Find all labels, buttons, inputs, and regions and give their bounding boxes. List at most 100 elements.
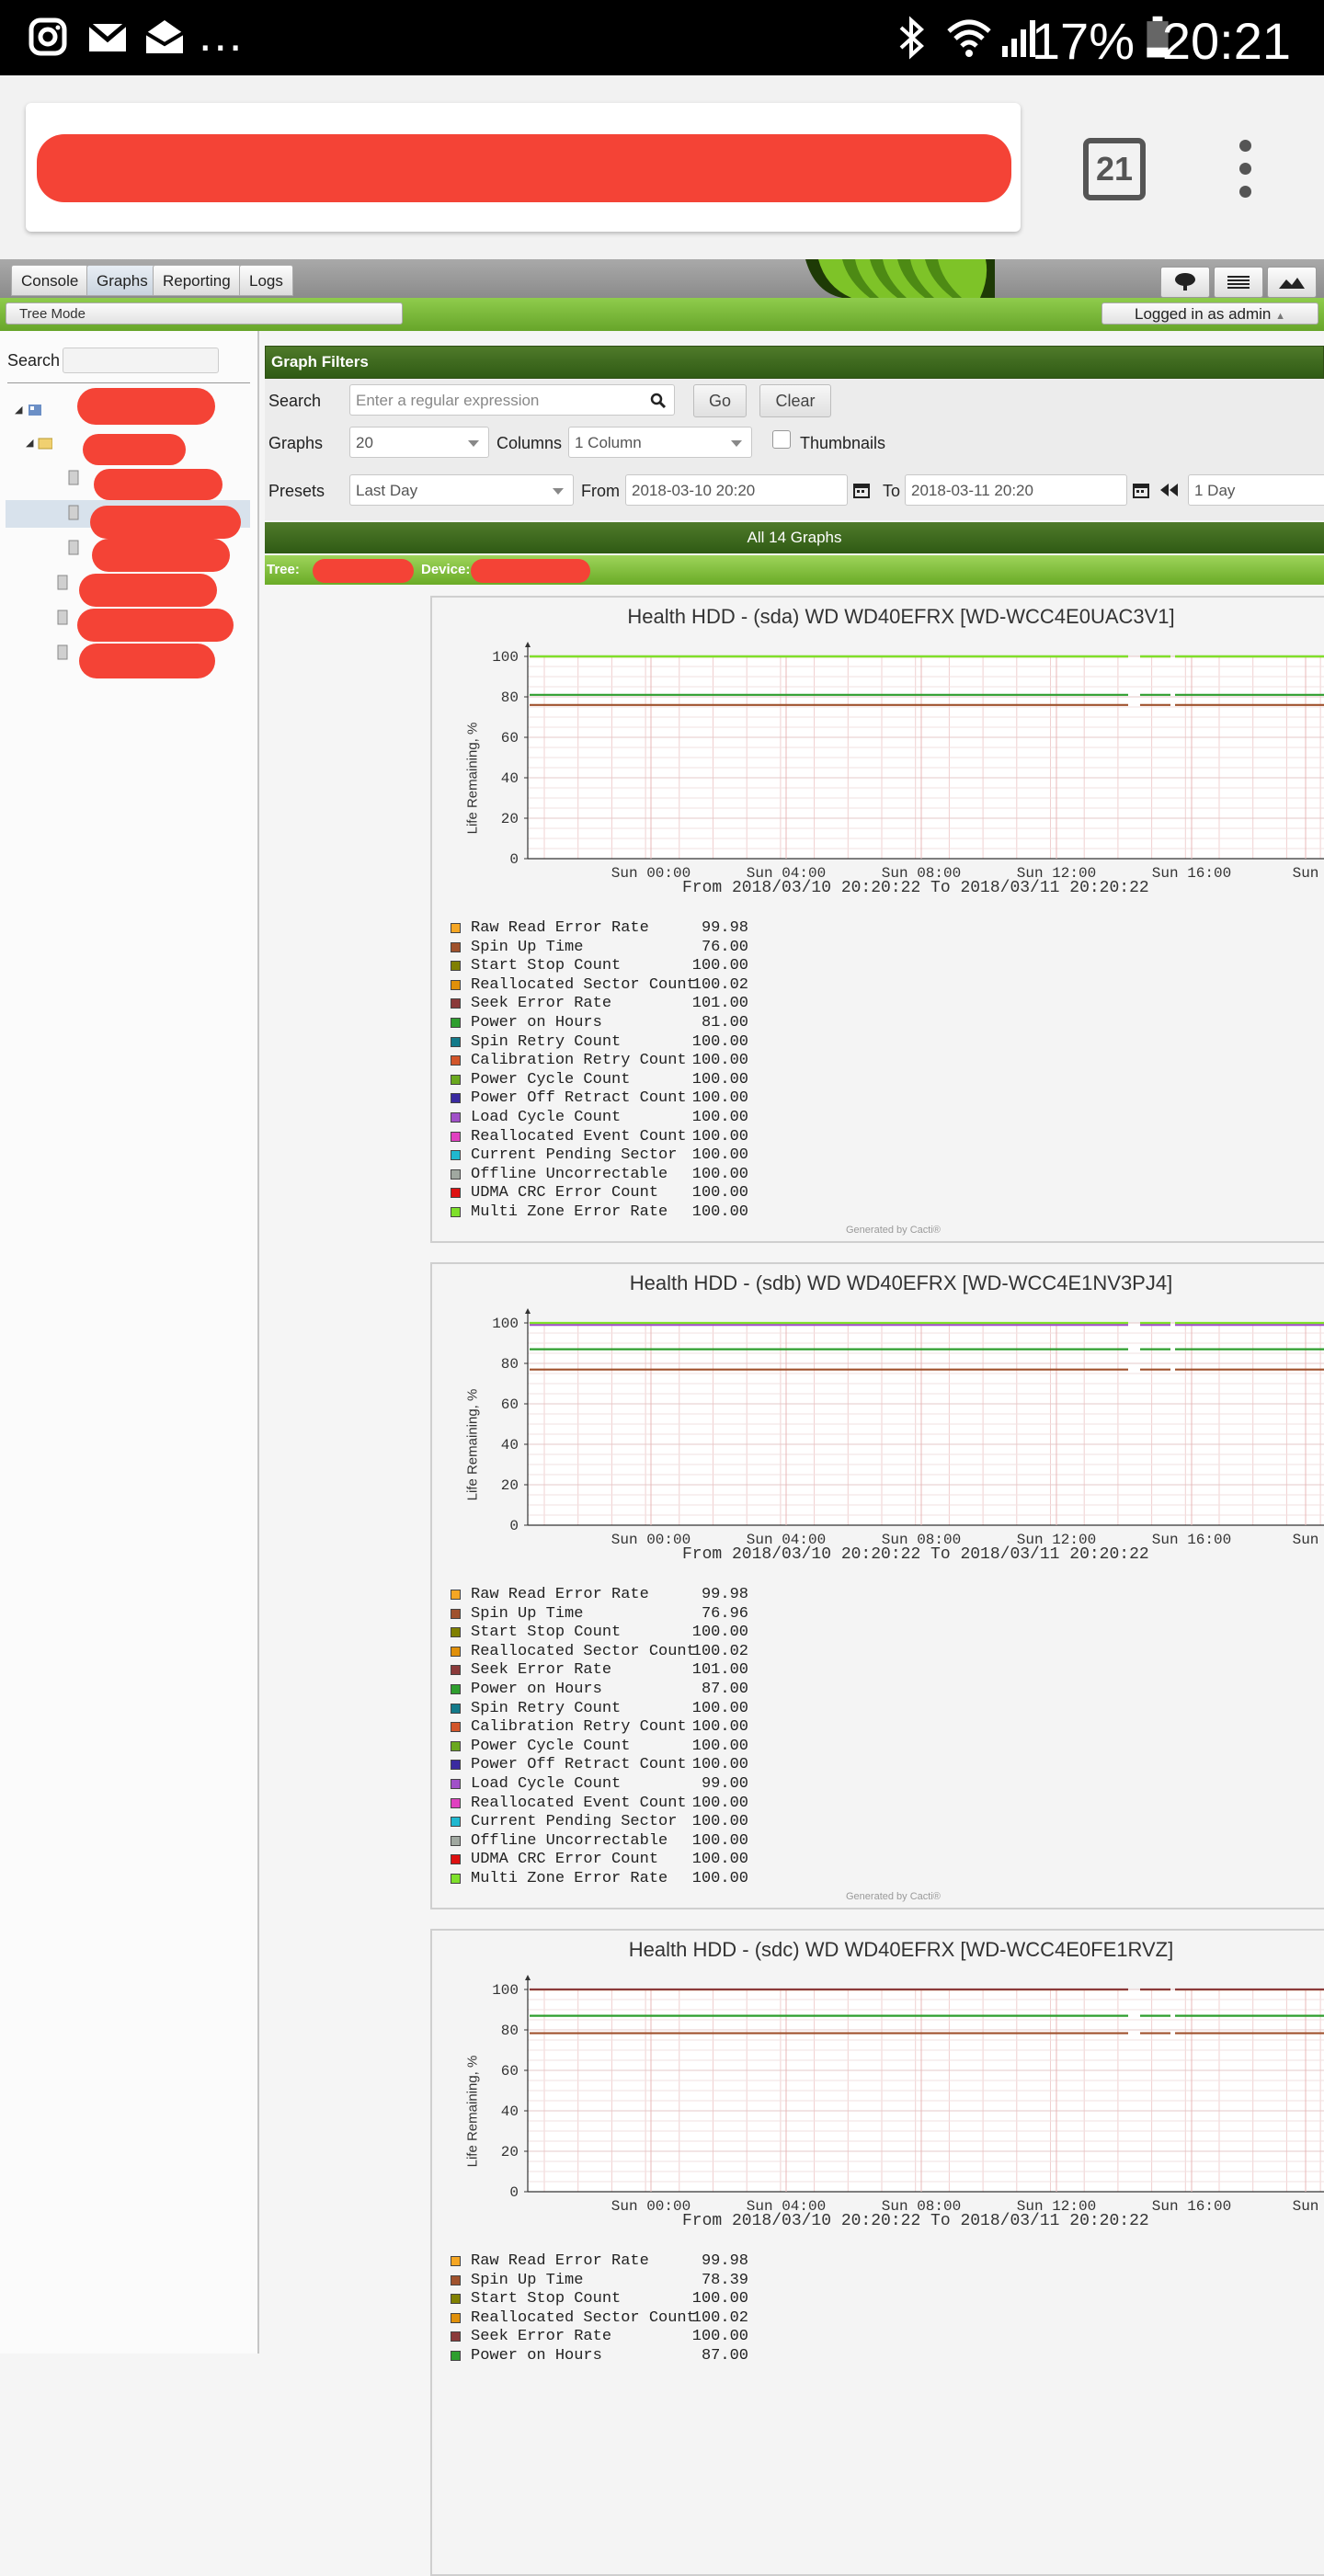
y-tick-label: 20	[501, 2144, 519, 2160]
y-tick-label: 20	[501, 811, 519, 827]
tree-device-2[interactable]	[66, 504, 86, 528]
legend-label: Start Stop Count	[471, 957, 622, 975]
graphs-value: 20	[356, 434, 373, 451]
calendar-icon[interactable]	[853, 482, 870, 498]
legend-swatch	[451, 1150, 461, 1161]
legend-value: 100.00	[691, 1756, 748, 1774]
legend-swatch	[451, 2350, 461, 2361]
preview-view-button[interactable]	[1267, 267, 1317, 298]
legend-label: Spin Retry Count	[471, 1032, 622, 1051]
graph-panel[interactable]: Health HDD - (sda) WD WD40EFRX [WD-WCC4E…	[430, 596, 1324, 1243]
tab-graphs[interactable]: Graphs	[86, 265, 158, 296]
tree-device-4[interactable]	[55, 574, 75, 598]
clear-button[interactable]: Clear	[759, 384, 831, 417]
device-icon	[57, 610, 68, 625]
legend-value: 100.00	[691, 2328, 748, 2346]
legend-value: 100.00	[691, 2290, 748, 2308]
graph-plot: 100806040200Sun 00:00 Sun 04:00 Sun 08:00 S…	[492, 642, 1324, 882]
legend-swatch	[451, 1646, 461, 1657]
legend-swatch	[451, 1206, 461, 1217]
legend-value: 101.00	[691, 995, 748, 1013]
legend-swatch	[451, 941, 461, 952]
to-date-input[interactable]: 2018-03-11 20:20	[905, 474, 1127, 506]
tree-device-1[interactable]	[66, 469, 86, 493]
legend-swatch	[451, 1188, 461, 1199]
tree-device-6[interactable]	[55, 644, 75, 667]
tree-search-input[interactable]	[63, 348, 219, 373]
legend-swatch	[451, 2274, 461, 2285]
legend-swatch	[451, 979, 461, 990]
legend-value: 100.00	[691, 1108, 748, 1126]
instagram-icon	[29, 17, 67, 56]
legend-value: 100.02	[691, 2308, 748, 2327]
graphs-select[interactable]: 20	[349, 427, 489, 458]
tab-logs[interactable]: Logs	[239, 265, 293, 296]
legend-swatch	[451, 1093, 461, 1104]
legend-swatch	[451, 1111, 461, 1123]
tab-console[interactable]: Console	[11, 265, 89, 296]
legend-swatch	[451, 2331, 461, 2342]
legend-value: 100.00	[691, 1165, 748, 1183]
go-button[interactable]: Go	[693, 384, 747, 417]
breadcrumb-tree-mode[interactable]: Tree Mode	[19, 306, 86, 322]
user-menu[interactable]: Logged in as admin ▲	[1101, 302, 1318, 325]
legend-value: 100.00	[691, 1127, 748, 1146]
list-view-button[interactable]	[1214, 267, 1263, 298]
legend-value: 100.00	[691, 1624, 748, 1642]
breadcrumb[interactable]: Tree Mode	[6, 302, 403, 325]
tree-root[interactable]: ◢	[15, 401, 47, 425]
legend-value: 100.00	[691, 1052, 748, 1070]
legend-label: Power on Hours	[471, 1680, 602, 1698]
device-label: Device:	[421, 562, 471, 577]
device-icon	[57, 575, 68, 590]
redacted-label	[313, 559, 414, 583]
legend-label: Power on Hours	[471, 2346, 602, 2365]
y-tick-label: 80	[501, 2023, 519, 2039]
tab-reporting[interactable]: Reporting	[153, 265, 241, 296]
cacti-logo	[805, 259, 995, 298]
legend-label: Start Stop Count	[471, 1624, 622, 1642]
x-tick-label: Sun 00:00	[611, 1532, 691, 1548]
dropdown-caret-icon	[731, 440, 742, 447]
columns-label: Columns	[496, 434, 563, 452]
from-date-input[interactable]: 2018-03-10 20:20	[625, 474, 848, 506]
legend-value: 100.00	[691, 1718, 748, 1737]
y-tick-label: 40	[501, 1437, 519, 1453]
tree-device-3[interactable]	[66, 539, 86, 563]
redacted-url	[37, 134, 1011, 202]
legend-label: Spin Up Time	[471, 1604, 584, 1623]
tab-switcher-button[interactable]: 21	[1083, 138, 1146, 200]
url-bar[interactable]	[26, 103, 1021, 232]
browser-menu-button[interactable]	[1239, 140, 1252, 209]
legend-swatch	[451, 1873, 461, 1884]
wifi-icon	[947, 19, 991, 57]
presets-select[interactable]: Last Day	[349, 474, 574, 506]
graph-panel[interactable]: Health HDD - (sdc) WD WD40EFRX [WD-WCC4E…	[430, 1929, 1324, 2576]
calendar-icon[interactable]	[1133, 482, 1149, 498]
tree-folder[interactable]: ◢	[26, 434, 58, 458]
legend-label: Spin Retry Count	[471, 1699, 622, 1717]
presets-label: Presets	[268, 482, 325, 500]
thumbnails-checkbox[interactable]	[772, 430, 791, 449]
columns-value: 1 Column	[575, 434, 642, 451]
graph-time-range: From 2018/03/10 20:20:22 To 2018/03/11 2…	[682, 2212, 1149, 2230]
from-label: From	[581, 482, 620, 500]
search-input[interactable]: Enter a regular expression	[349, 384, 675, 416]
legend-label: Calibration Retry Count	[471, 1718, 687, 1737]
legend-swatch	[451, 1854, 461, 1865]
shift-back-icon[interactable]	[1160, 484, 1179, 496]
legend-value: 100.00	[691, 1184, 748, 1203]
graph-title: Health HDD - (sdc) WD WD40EFRX [WD-WCC4E…	[628, 1938, 1174, 1961]
legend-label: Start Stop Count	[471, 2290, 622, 2308]
columns-select[interactable]: 1 Column	[568, 427, 752, 458]
tree-view-button[interactable]	[1160, 267, 1210, 298]
legend-swatch	[451, 2256, 461, 2266]
bluetooth-icon	[899, 16, 924, 60]
legend-label: Spin Up Time	[471, 938, 584, 956]
graph-filters: Graph Filters Search Enter a regular exp…	[265, 346, 1324, 520]
timespan-select[interactable]: 1 Day	[1188, 474, 1324, 506]
tree-device-5[interactable]	[55, 609, 75, 633]
legend-swatch	[451, 2294, 461, 2305]
graph-panel[interactable]: Health HDD - (sdb) WD WD40EFRX [WD-WCC4E…	[430, 1262, 1324, 1909]
tree-search-label: Search	[7, 351, 61, 370]
